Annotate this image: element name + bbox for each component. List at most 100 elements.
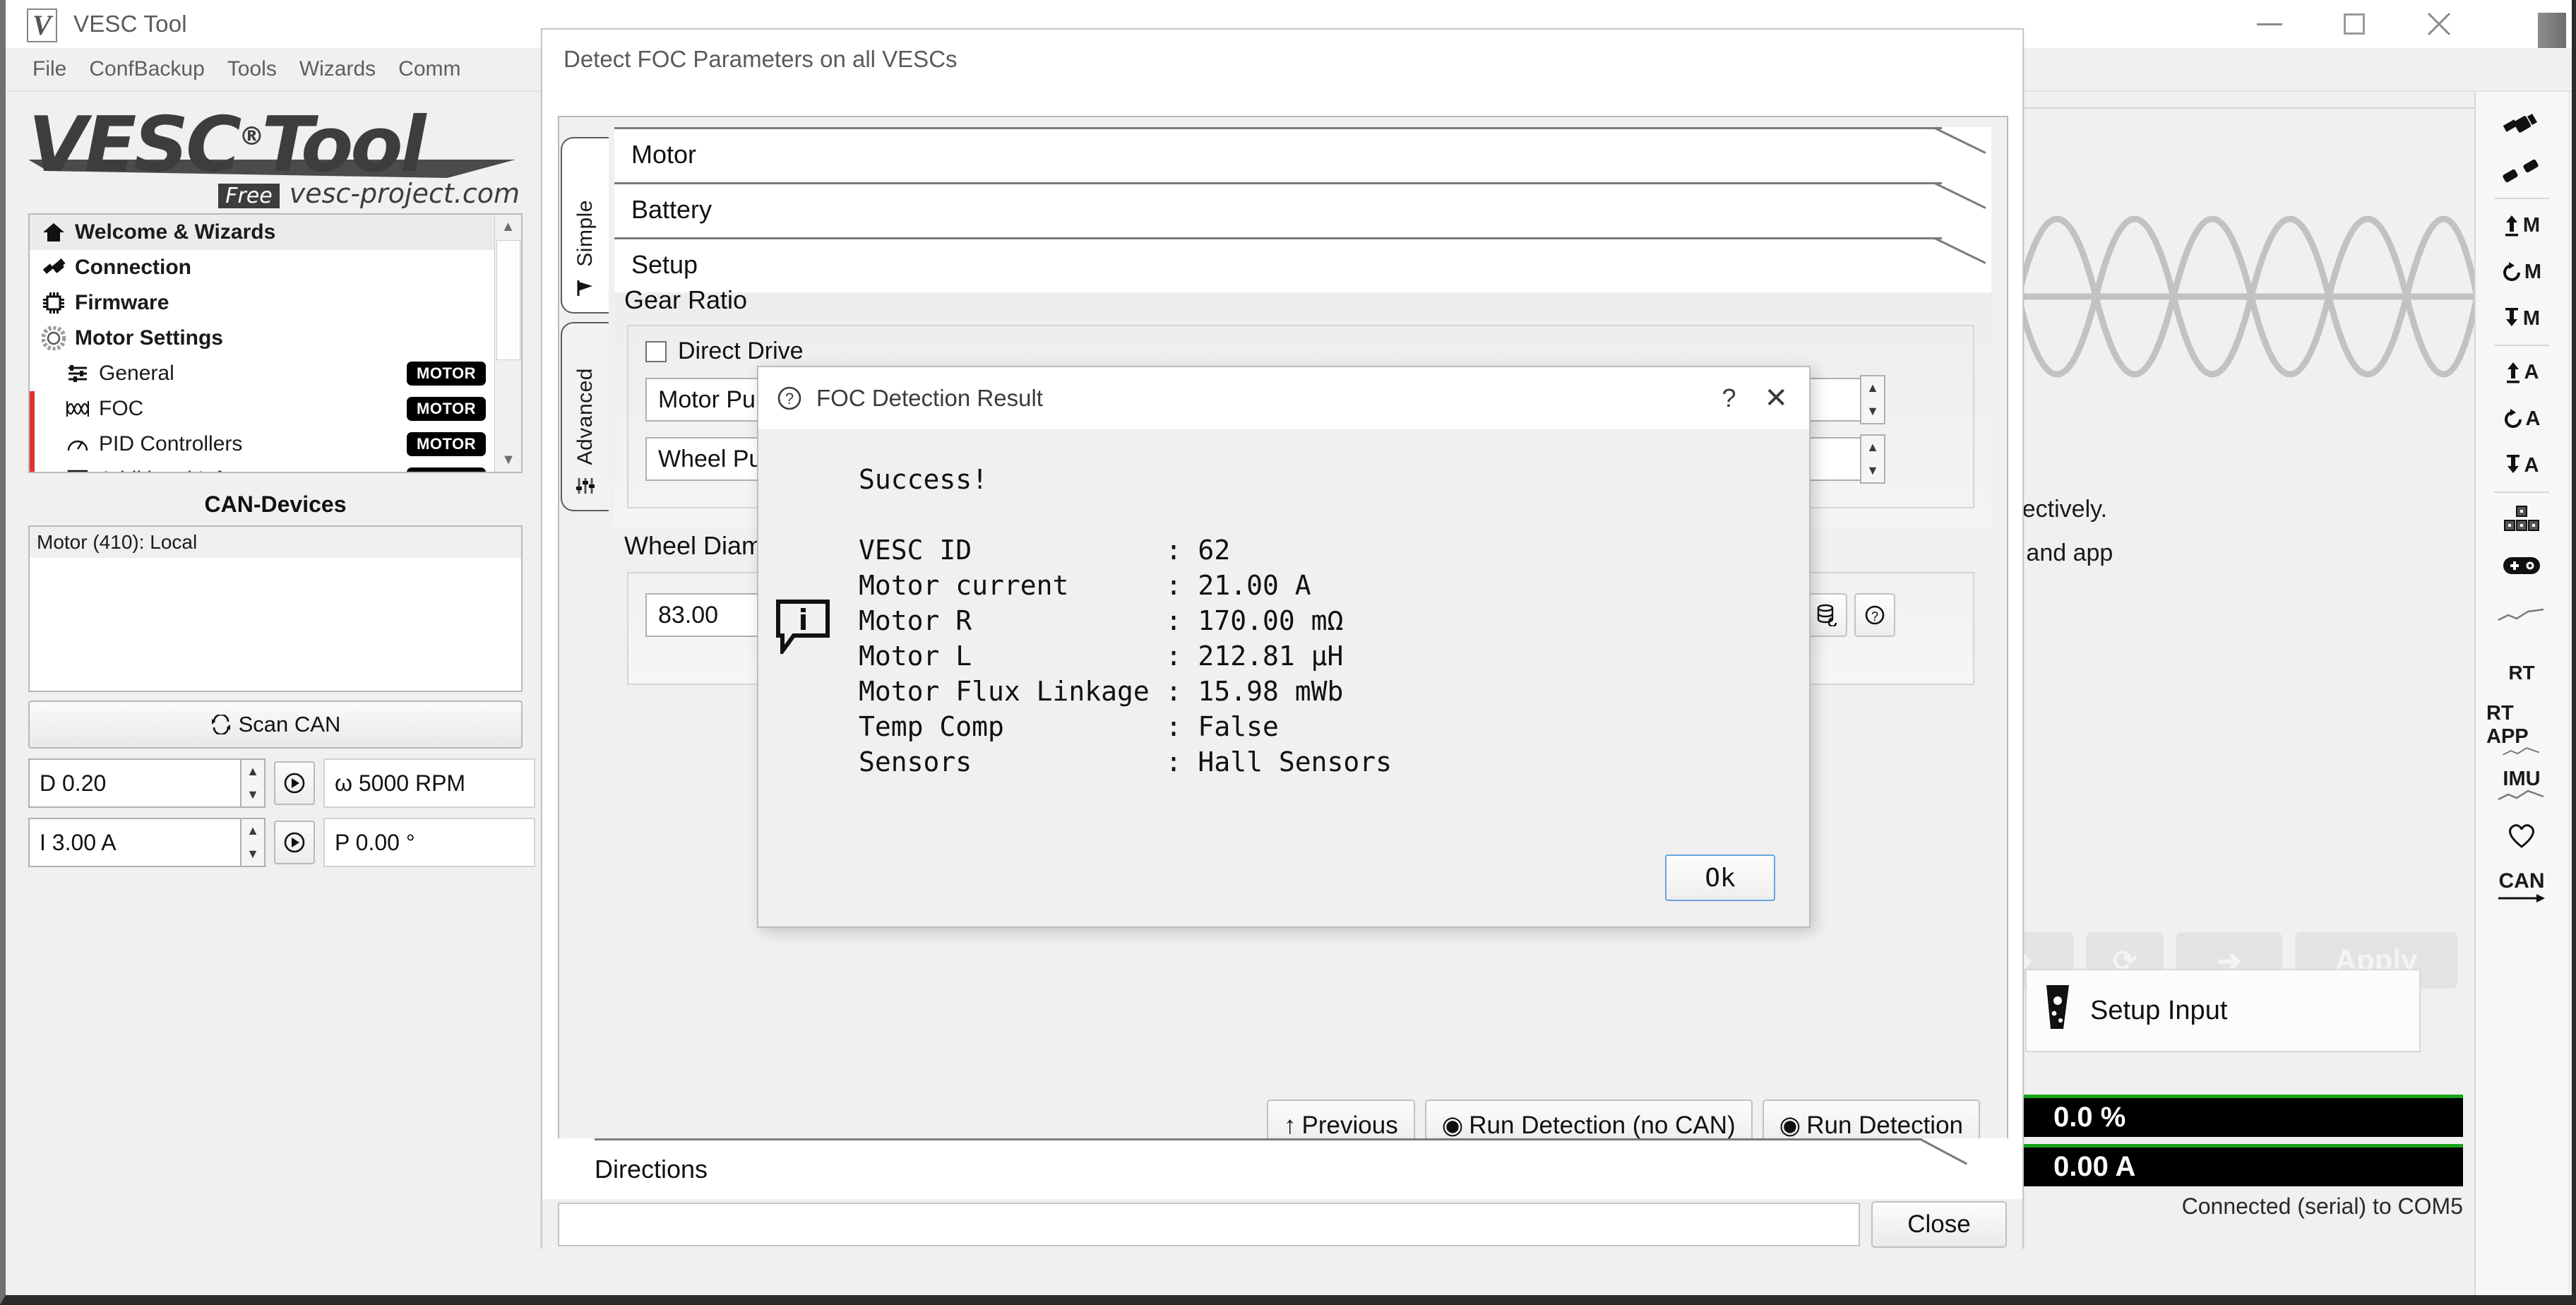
wizard-section-battery[interactable]: Battery (614, 182, 1991, 237)
section-label: Setup (631, 250, 698, 280)
imu-plot-icon[interactable]: RT APP (2486, 702, 2557, 757)
question-mark-icon: ? (774, 383, 805, 414)
rt-plot-icon[interactable] (2486, 589, 2557, 644)
spin-down-icon[interactable]: ▼ (242, 842, 264, 866)
spin-up-icon[interactable]: ▲ (242, 819, 264, 842)
foc-dialog-title: FOC Detection Result (816, 385, 1043, 412)
play-circle-icon: ◉ (1442, 1112, 1464, 1140)
current-spinner[interactable]: ▲ ▼ (240, 818, 266, 867)
sliders-icon (62, 359, 93, 388)
run-detection-no-can-label: Run Detection (no CAN) (1469, 1112, 1735, 1140)
gauge-icon (62, 430, 93, 458)
wizard-section-directions[interactable]: Directions (558, 1138, 2008, 1200)
motor-pulley-spinner[interactable]: ▲ ▼ (1860, 375, 1885, 424)
rt-app-plot-icon[interactable]: RT (2486, 644, 2557, 702)
plug-icon (38, 254, 69, 282)
sidebar-item-foc[interactable]: FOC MOTOR (30, 391, 496, 427)
foc-help-button[interactable]: ? (1722, 383, 1764, 413)
wizard-close-button[interactable]: Close (1871, 1201, 2007, 1248)
reload-app-icon[interactable]: A (2486, 395, 2557, 442)
gamepad-icon[interactable] (2486, 542, 2557, 589)
can-arrow-icon[interactable]: CAN (2486, 859, 2557, 915)
ok-button[interactable]: Ok (1665, 854, 1775, 901)
rail-label: M (2524, 261, 2541, 284)
duty-spinner[interactable]: ▲ ▼ (240, 758, 266, 808)
spin-up-icon[interactable]: ▲ (1861, 436, 1884, 459)
nav-scrollbar[interactable]: ▲ ▼ (494, 215, 521, 472)
blocks-icon[interactable] (2486, 496, 2557, 542)
sidebar-item-label: Firmware (75, 291, 169, 315)
tab-advanced[interactable]: Advanced (561, 322, 609, 511)
setup-input-tooltip[interactable]: Setup Input (2025, 969, 2421, 1052)
current-stepper-row: I 3.00 A ▲ ▼ P 0.00 ° (28, 815, 551, 870)
close-icon[interactable]: ✕ (1764, 382, 1794, 415)
disconnect-icon[interactable] (2486, 148, 2557, 195)
scrollbar-thumb[interactable] (496, 240, 520, 360)
download-app-icon[interactable]: A (2486, 442, 2557, 489)
wheel-pulley-spinner[interactable]: ▲ ▼ (1860, 434, 1885, 484)
sidebar-item-welcome-wizards[interactable]: Welcome & Wizards (30, 215, 496, 250)
reload-motor-icon[interactable]: M (2486, 249, 2557, 295)
play-circle-icon (282, 771, 306, 795)
upload-motor-icon[interactable]: M (2486, 202, 2557, 249)
download-motor-icon[interactable]: M (2486, 295, 2557, 342)
menu-item-commands[interactable]: Comm (387, 47, 472, 91)
spin-up-icon[interactable]: ▲ (242, 760, 264, 783)
spin-down-icon[interactable]: ▼ (1861, 459, 1884, 482)
close-icon[interactable] (2397, 0, 2481, 48)
logo-registered: ® (239, 122, 261, 151)
scroll-up-icon[interactable]: ▲ (495, 215, 521, 239)
can-devices-list[interactable]: Motor (410): Local (28, 525, 523, 692)
sliders-icon (575, 472, 596, 500)
menu-item-tools[interactable]: Tools (216, 47, 288, 91)
connect-icon[interactable] (2486, 102, 2557, 148)
sidebar-item-pid-controllers[interactable]: PID Controllers MOTOR (30, 427, 496, 462)
sidebar-item-label: Welcome & Wizards (75, 220, 275, 244)
heart-icon[interactable] (2486, 812, 2557, 859)
gear-ratio-title: Gear Ratio (624, 285, 756, 315)
rpm-readout: ω 5000 RPM (323, 758, 535, 808)
scan-can-label: Scan CAN (239, 712, 341, 737)
wizard-status-field[interactable] (558, 1203, 1860, 1246)
svg-text:?: ? (1871, 609, 1878, 624)
spin-down-icon[interactable]: ▼ (242, 783, 264, 806)
spin-down-icon[interactable]: ▼ (1861, 400, 1884, 423)
position-readout: P 0.00 ° (323, 818, 535, 867)
section-label: Directions (595, 1155, 708, 1184)
minimize-button[interactable] (2227, 0, 2312, 48)
logo-free: Free (218, 184, 280, 208)
read-db-icon[interactable] (1806, 593, 1847, 637)
sidebar-item-firmware[interactable]: Firmware (30, 285, 496, 321)
wizard-section-motor[interactable]: Motor (614, 127, 1991, 182)
logo-vesc: VESC (28, 101, 239, 189)
upload-app-icon[interactable]: A (2486, 349, 2557, 395)
run-current-button[interactable] (274, 821, 315, 864)
left-panel: VESC®Tool Freevesc-project.com Welcome &… (11, 92, 534, 1295)
sidebar-item-connection[interactable]: Connection (30, 250, 496, 285)
run-duty-button[interactable] (274, 761, 315, 805)
tab-simple[interactable]: Simple (561, 137, 609, 314)
list-item[interactable]: Motor (410): Local (30, 527, 521, 558)
direct-drive-checkbox-row[interactable]: Direct Drive (628, 326, 1973, 365)
sidebar-item-additional-info[interactable]: Additional Info MOTOR (30, 462, 496, 473)
duty-stepper-row: D 0.20 ▲ ▼ ω 5000 RPM (28, 756, 551, 811)
help-icon[interactable]: ? (1854, 593, 1895, 637)
scan-can-button[interactable]: Scan CAN (28, 701, 523, 749)
wizard-section-setup[interactable]: Setup (614, 237, 1991, 292)
rail-separator (2494, 491, 2549, 493)
current-input[interactable]: I 3.00 A (28, 818, 240, 867)
spin-up-icon[interactable]: ▲ (1861, 376, 1884, 400)
scroll-down-icon[interactable]: ▼ (495, 448, 522, 472)
menu-item-confbackup[interactable]: ConfBackup (78, 47, 215, 91)
bms-plot-icon[interactable]: IMU (2486, 757, 2557, 812)
sidebar-item-motor-settings[interactable]: Motor Settings (30, 321, 496, 356)
sidebar-item-motor-general[interactable]: General MOTOR (30, 356, 496, 391)
direct-drive-checkbox[interactable] (645, 341, 667, 362)
navigation-tree[interactable]: Welcome & Wizards Connection Firmware (28, 213, 523, 473)
menu-item-file[interactable]: File (21, 47, 78, 91)
vesc-tool-logo: VESC®Tool Freevesc-project.com (28, 99, 523, 209)
duty-input[interactable]: D 0.20 (28, 758, 240, 808)
badge-motor: MOTOR (407, 432, 486, 456)
menu-item-wizards[interactable]: Wizards (288, 47, 387, 91)
maximize-button[interactable] (2312, 0, 2397, 48)
